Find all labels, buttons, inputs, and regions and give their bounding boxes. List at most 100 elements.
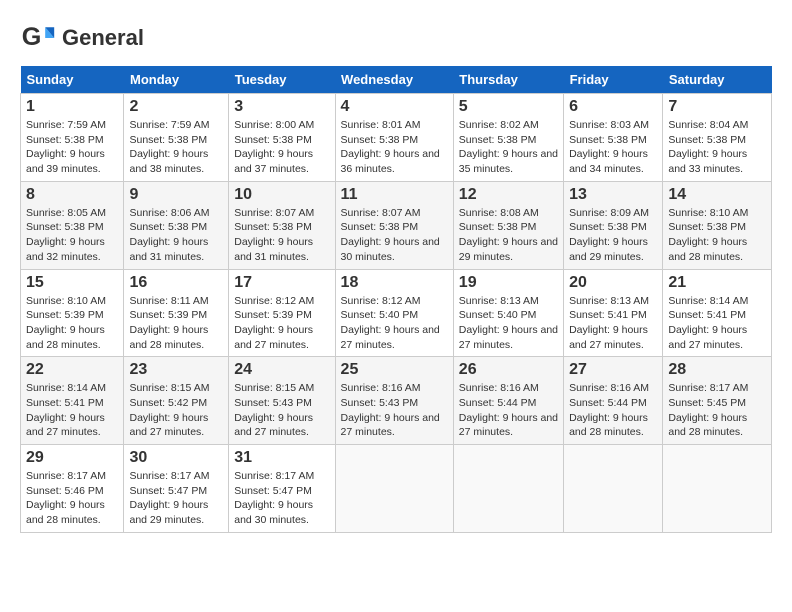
day-info: Sunrise: 8:03 AM Sunset: 5:38 PM Dayligh…	[569, 118, 657, 177]
day-cell: 3 Sunrise: 8:00 AM Sunset: 5:38 PM Daylig…	[229, 94, 335, 182]
day-number: 10	[234, 186, 329, 204]
day-cell: 26 Sunrise: 8:16 AM Sunset: 5:44 PM Dayli…	[453, 357, 563, 445]
day-number: 22	[26, 361, 118, 379]
day-info: Sunrise: 8:12 AM Sunset: 5:40 PM Dayligh…	[341, 294, 448, 353]
day-info: Sunrise: 8:13 AM Sunset: 5:40 PM Dayligh…	[459, 294, 558, 353]
day-number: 9	[129, 186, 223, 204]
day-number: 13	[569, 186, 657, 204]
day-cell	[453, 445, 563, 533]
day-cell: 21 Sunrise: 8:14 AM Sunset: 5:41 PM Dayli…	[663, 269, 772, 357]
day-number: 12	[459, 186, 558, 204]
day-number: 16	[129, 274, 223, 292]
day-cell: 11Sunrise: 8:07 AM Sunset: 5:38 PM Dayli…	[335, 181, 453, 269]
day-number: 27	[569, 361, 657, 379]
day-number: 21	[668, 274, 766, 292]
day-number: 14	[668, 186, 766, 204]
day-cell: 4Sunrise: 8:01 AM Sunset: 5:38 PM Daylig…	[335, 94, 453, 182]
day-info: Sunrise: 8:00 AM Sunset: 5:38 PM Dayligh…	[234, 118, 329, 177]
day-number: 20	[569, 274, 657, 292]
day-cell: 15 Sunrise: 8:10 AM Sunset: 5:39 PM Dayli…	[21, 269, 124, 357]
day-number: 2	[129, 98, 223, 116]
day-number: 31	[234, 449, 329, 467]
logo-text: General	[62, 27, 144, 49]
day-cell: 10 Sunrise: 8:07 AM Sunset: 5:38 PM Dayli…	[229, 181, 335, 269]
calendar-table: SundayMondayTuesdayWednesdayThursdayFrid…	[20, 66, 772, 533]
day-number: 26	[459, 361, 558, 379]
day-number: 23	[129, 361, 223, 379]
day-info: Sunrise: 8:07 AM Sunset: 5:38 PM Dayligh…	[234, 206, 329, 265]
logo-icon: G	[20, 20, 56, 56]
day-info: Sunrise: 8:17 AM Sunset: 5:47 PM Dayligh…	[234, 469, 329, 528]
col-header-monday: Monday	[124, 66, 229, 94]
col-header-sunday: Sunday	[21, 66, 124, 94]
col-header-thursday: Thursday	[453, 66, 563, 94]
day-info: Sunrise: 8:13 AM Sunset: 5:41 PM Dayligh…	[569, 294, 657, 353]
day-number: 6	[569, 98, 657, 116]
day-info: Sunrise: 8:17 AM Sunset: 5:46 PM Dayligh…	[26, 469, 118, 528]
day-info: Sunrise: 8:10 AM Sunset: 5:39 PM Dayligh…	[26, 294, 118, 353]
day-info: Sunrise: 8:14 AM Sunset: 5:41 PM Dayligh…	[668, 294, 766, 353]
day-number: 11	[341, 186, 448, 204]
day-info: Sunrise: 7:59 AM Sunset: 5:38 PM Dayligh…	[129, 118, 223, 177]
day-cell: 16 Sunrise: 8:11 AM Sunset: 5:39 PM Dayli…	[124, 269, 229, 357]
day-number: 28	[668, 361, 766, 379]
day-cell: 19 Sunrise: 8:13 AM Sunset: 5:40 PM Dayli…	[453, 269, 563, 357]
day-number: 1	[26, 98, 118, 116]
day-info: Sunrise: 8:15 AM Sunset: 5:42 PM Dayligh…	[129, 381, 223, 440]
day-number: 30	[129, 449, 223, 467]
day-number: 5	[459, 98, 558, 116]
day-cell: 20 Sunrise: 8:13 AM Sunset: 5:41 PM Dayli…	[564, 269, 663, 357]
day-info: Sunrise: 8:08 AM Sunset: 5:38 PM Dayligh…	[459, 206, 558, 265]
day-cell	[564, 445, 663, 533]
day-info: Sunrise: 8:10 AM Sunset: 5:38 PM Dayligh…	[668, 206, 766, 265]
day-number: 3	[234, 98, 329, 116]
day-cell: 5 Sunrise: 8:02 AM Sunset: 5:38 PM Daylig…	[453, 94, 563, 182]
week-row-2: 8Sunrise: 8:05 AM Sunset: 5:38 PM Daylig…	[21, 181, 772, 269]
day-info: Sunrise: 8:16 AM Sunset: 5:44 PM Dayligh…	[459, 381, 558, 440]
day-info: Sunrise: 8:15 AM Sunset: 5:43 PM Dayligh…	[234, 381, 329, 440]
day-info: Sunrise: 8:16 AM Sunset: 5:44 PM Dayligh…	[569, 381, 657, 440]
day-cell: 2 Sunrise: 7:59 AM Sunset: 5:38 PM Daylig…	[124, 94, 229, 182]
svg-text:G: G	[22, 23, 42, 51]
day-cell: 25 Sunrise: 8:16 AM Sunset: 5:43 PM Dayli…	[335, 357, 453, 445]
day-info: Sunrise: 8:06 AM Sunset: 5:38 PM Dayligh…	[129, 206, 223, 265]
day-number: 17	[234, 274, 329, 292]
day-cell: 8Sunrise: 8:05 AM Sunset: 5:38 PM Daylig…	[21, 181, 124, 269]
day-number: 24	[234, 361, 329, 379]
day-cell: 13 Sunrise: 8:09 AM Sunset: 5:38 PM Dayli…	[564, 181, 663, 269]
day-info: Sunrise: 8:16 AM Sunset: 5:43 PM Dayligh…	[341, 381, 448, 440]
day-info: Sunrise: 8:17 AM Sunset: 5:47 PM Dayligh…	[129, 469, 223, 528]
day-number: 4	[341, 98, 448, 116]
day-cell: 12 Sunrise: 8:08 AM Sunset: 5:38 PM Dayli…	[453, 181, 563, 269]
day-number: 15	[26, 274, 118, 292]
day-number: 25	[341, 361, 448, 379]
day-number: 18	[341, 274, 448, 292]
day-cell: 24 Sunrise: 8:15 AM Sunset: 5:43 PM Dayli…	[229, 357, 335, 445]
col-header-tuesday: Tuesday	[229, 66, 335, 94]
day-cell: 18 Sunrise: 8:12 AM Sunset: 5:40 PM Dayli…	[335, 269, 453, 357]
day-cell: 22Sunrise: 8:14 AM Sunset: 5:41 PM Dayli…	[21, 357, 124, 445]
day-number: 19	[459, 274, 558, 292]
day-cell: 1 Sunrise: 7:59 AM Sunset: 5:38 PM Daylig…	[21, 94, 124, 182]
week-row-1: 1 Sunrise: 7:59 AM Sunset: 5:38 PM Daylig…	[21, 94, 772, 182]
day-info: Sunrise: 8:02 AM Sunset: 5:38 PM Dayligh…	[459, 118, 558, 177]
day-info: Sunrise: 8:17 AM Sunset: 5:45 PM Dayligh…	[668, 381, 766, 440]
week-row-5: 29 Sunrise: 8:17 AM Sunset: 5:46 PM Dayli…	[21, 445, 772, 533]
day-cell: 17 Sunrise: 8:12 AM Sunset: 5:39 PM Dayli…	[229, 269, 335, 357]
day-info: Sunrise: 8:12 AM Sunset: 5:39 PM Dayligh…	[234, 294, 329, 353]
day-cell: 30 Sunrise: 8:17 AM Sunset: 5:47 PM Dayli…	[124, 445, 229, 533]
week-row-4: 22Sunrise: 8:14 AM Sunset: 5:41 PM Dayli…	[21, 357, 772, 445]
day-cell: 14 Sunrise: 8:10 AM Sunset: 5:38 PM Dayli…	[663, 181, 772, 269]
day-cell: 6 Sunrise: 8:03 AM Sunset: 5:38 PM Daylig…	[564, 94, 663, 182]
day-info: Sunrise: 7:59 AM Sunset: 5:38 PM Dayligh…	[26, 118, 118, 177]
col-header-wednesday: Wednesday	[335, 66, 453, 94]
day-info: Sunrise: 8:09 AM Sunset: 5:38 PM Dayligh…	[569, 206, 657, 265]
day-info: Sunrise: 8:05 AM Sunset: 5:38 PM Dayligh…	[26, 206, 118, 265]
logo: G General	[20, 20, 144, 56]
day-info: Sunrise: 8:11 AM Sunset: 5:39 PM Dayligh…	[129, 294, 223, 353]
day-cell: 29 Sunrise: 8:17 AM Sunset: 5:46 PM Dayli…	[21, 445, 124, 533]
day-cell: 23 Sunrise: 8:15 AM Sunset: 5:42 PM Dayli…	[124, 357, 229, 445]
day-cell: 9 Sunrise: 8:06 AM Sunset: 5:38 PM Daylig…	[124, 181, 229, 269]
day-cell: 7Sunrise: 8:04 AM Sunset: 5:38 PM Daylig…	[663, 94, 772, 182]
day-number: 29	[26, 449, 118, 467]
